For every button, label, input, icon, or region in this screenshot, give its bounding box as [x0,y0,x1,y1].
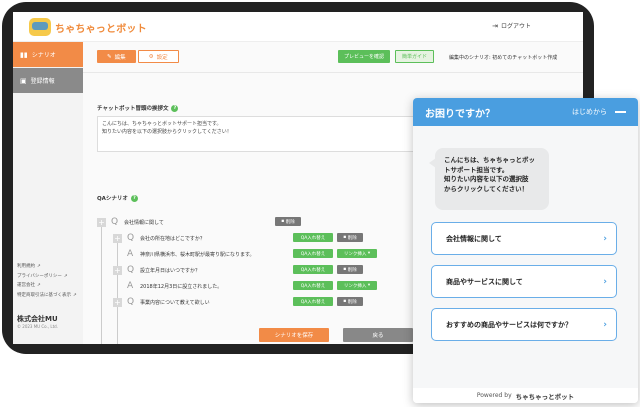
restart-control: はじめから [572,107,626,117]
widget-footer: Powered by ちゃちゃっとボット [413,388,638,403]
sidebar-item-registration[interactable]: ▣ 登録情報 [13,68,83,93]
tree-line [101,221,102,344]
greeting-label: チャットボット冒頭の挨拶文 ? [97,104,179,112]
logout-icon: ⇥ [492,21,498,30]
chevron-right-icon: › [603,233,607,244]
widget-title: お困りですか？ [425,108,495,120]
gear-icon: ⚙ [148,53,154,60]
sidebar: ▮▮ シナリオ ▣ 登録情報 利用規約 ↗ プライバシーポリシー ↗ 運営会社 ↗ 特… [13,42,83,344]
commercial-law-link[interactable]: 特定商取引法に基づく表示 ↗ [17,291,77,301]
sidebar-item-label: 登録情報 [30,78,55,85]
external-link-icon: ↗ [73,292,77,298]
qa-text: 2018年12月3日に設立されました。 [140,283,223,290]
qa-swap-button[interactable]: QA入れ替え [293,297,333,306]
trash-icon: ▪ [343,267,347,272]
delete-button[interactable]: ▪ 削除 [275,217,301,226]
company-name: 株式会社MU [17,315,58,323]
qa-text: 会社の所在地はどこですか？ [140,235,205,242]
qa-row: + Q 事業内容について教えて欲しい [113,297,210,307]
minimize-icon[interactable] [615,111,626,113]
back-button[interactable]: 戻る [343,328,413,342]
q-marker: Q [111,217,119,227]
brand-logo[interactable]: ちゃちゃっとボット [516,391,575,401]
help-icon[interactable]: ? [130,194,138,202]
sidebar-item-label: シナリオ [31,52,56,59]
guide-button[interactable]: 簡単ガイド [395,50,435,63]
trash-icon: ▪ [343,235,347,240]
expand-icon[interactable]: + [113,265,122,275]
logo-text: ちゃちゃっとボット [55,23,147,35]
qa-swap-button[interactable]: QA入れ替え [293,233,333,242]
tab-edit[interactable]: ✎ 編集 [97,50,136,63]
qa-row: A 2018年12月3日に設立されました。 [127,281,222,291]
external-link-icon: ↗ [37,283,41,288]
restart-button[interactable]: はじめから [572,107,607,117]
book-icon: ▮▮ [20,50,28,59]
expand-icon[interactable]: + [97,217,106,227]
app-logo[interactable]: ちゃちゃっとボット [29,17,147,37]
choice-products-services[interactable]: 商品やサービスに関して › [431,265,617,298]
qa-text: 事業内容について教えて欲しい [140,299,210,306]
a-marker: A [127,249,134,259]
logout-label: ログアウト [500,23,531,30]
qa-swap-button[interactable]: QA入れ替え [293,249,333,258]
q-marker: Q [127,297,135,307]
qa-swap-button[interactable]: QA入れ替え [293,265,333,274]
qa-swap-button[interactable]: QA入れ替え [293,281,333,290]
qa-text: 神奈川県横浜市、桜木町駅が最寄り駅になります。 [140,251,255,258]
a-marker: A [127,281,134,291]
pencil-icon: ✎ [107,53,112,60]
chevron-right-icon: › [603,319,607,330]
qa-row: + Q 設立年月日はいつですか？ [113,265,200,275]
choice-company-info[interactable]: 会社情報に関して › [431,222,617,255]
qa-text: 設立年月日はいつですか？ [140,267,201,274]
top-bar: ちゃちゃっとボット ⇥ ログアウト [13,12,583,42]
sidebar-item-scenario[interactable]: ▮▮ シナリオ [13,42,83,67]
mode-tabs: ✎ 編集 ⚙ 設定 [97,50,179,63]
external-link-icon: ↗ [63,273,68,279]
greeting-textarea[interactable]: こんにちは、ちゃちゃっとボットサポート担当です。 知りたい内容を以下の選択肢から… [97,116,437,152]
link-insert-button[interactable]: リンク挿入 ▾ [337,281,377,290]
help-icon[interactable]: ? [171,104,179,112]
qa-row: A 神奈川県横浜市、桜木町駅が最寄り駅になります。 [127,249,255,259]
delete-button[interactable]: ▪ 削除 [337,233,363,242]
company-link[interactable]: 運営会社 ↗ [17,281,77,291]
save-scenario-button[interactable]: シナリオを保存 [259,328,329,342]
terms-link[interactable]: 利用規約 ↗ [17,262,77,272]
logout-link[interactable]: ⇥ ログアウト [492,21,531,31]
id-card-icon: ▣ [20,76,27,85]
tree-line [117,237,118,344]
qa-row: + Q 会社情報に関して [97,217,164,227]
tab-settings[interactable]: ⚙ 設定 [137,50,179,63]
sidebar-links: 利用規約 ↗ プライバシーポリシー ↗ 運営会社 ↗ 特定商取引法に基づく表示 ↗ [17,262,77,300]
delete-button[interactable]: ▪ 削除 [337,297,363,306]
trash-icon: ▪ [281,219,285,224]
expand-icon[interactable]: + [113,233,122,243]
delete-button[interactable]: ▪ 削除 [337,265,363,274]
link-insert-button[interactable]: リンク挿入 ▾ [337,249,377,258]
expand-icon[interactable]: + [113,297,122,307]
powered-by-label: Powered by [476,392,512,399]
chevron-right-icon: › [603,276,607,287]
q-marker: Q [127,265,135,275]
divider [83,72,583,73]
logo-icon [29,18,51,36]
trash-icon: ▪ [343,299,347,304]
choice-recommendations[interactable]: おすすめの商品やサービスは何ですか？ › [431,308,617,341]
qa-row: + Q 会社の所在地はどこですか？ [113,233,205,243]
preview-button[interactable]: プレビューを確認 [338,50,391,63]
q-marker: Q [127,233,135,243]
widget-header: お困りですか？ はじめから [413,98,638,126]
chatbot-widget: お困りですか？ はじめから こんにちは、ちゃちゃっとボッ トサポート担当です。 … [413,98,638,403]
widget-body: こんにちは、ちゃちゃっとボッ トサポート担当です。 知りたい内容を以下の選択肢 … [413,126,638,388]
copyright: © 2023 MU Co., Ltd. [17,324,58,329]
qa-scenario-label: QAシナリオ ? [97,194,138,202]
bot-message-bubble: こんにちは、ちゃちゃっとボッ トサポート担当です。 知りたい内容を以下の選択肢 … [429,148,549,210]
privacy-link[interactable]: プライバシーポリシー ↗ [17,272,77,282]
qa-text: 会社情報に関して [124,219,164,226]
external-link-icon: ↗ [37,264,41,269]
editing-scenario-label: 編集中のシナリオ: 初めてのチャットボット作成 [449,55,558,61]
